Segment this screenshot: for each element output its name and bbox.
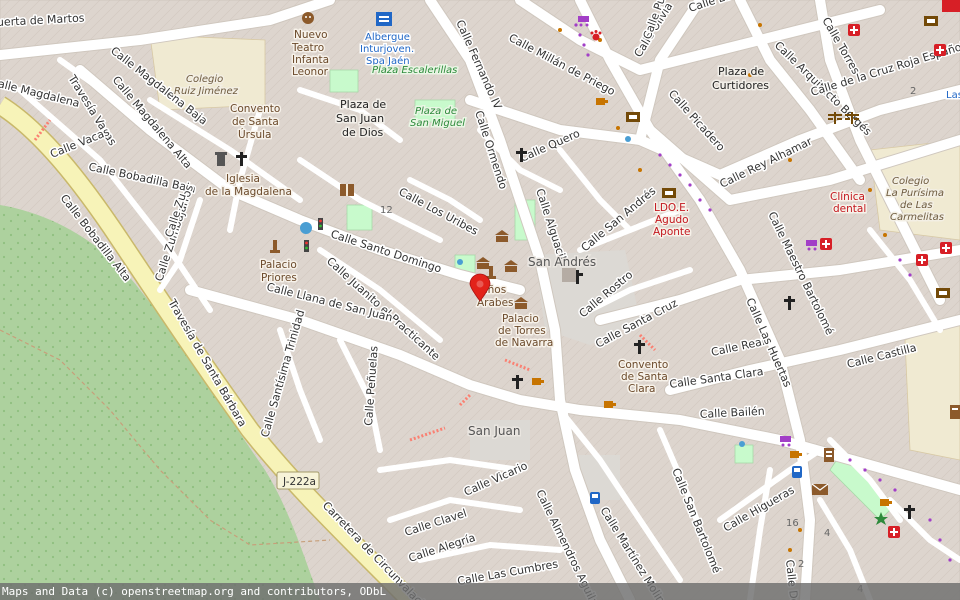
place-label: de Dios — [342, 126, 384, 139]
pharmacy-icon[interactable] — [888, 526, 900, 538]
park-label: Plaza de — [415, 106, 457, 117]
place-label: Curtidores — [712, 79, 769, 92]
poi-label: Clara — [628, 383, 655, 395]
post-office-icon[interactable] — [811, 483, 829, 495]
house-number: 2 — [910, 86, 916, 97]
school-label: Carmelitas — [890, 212, 944, 223]
place-label: Plaza de — [340, 98, 386, 111]
house-number: 12 — [380, 205, 393, 216]
poi-label: Priores — [261, 272, 297, 284]
poi-label: de Santa — [232, 116, 279, 128]
school-label: Colegio — [186, 74, 223, 85]
health-label: dental — [833, 203, 866, 215]
map-view[interactable]: Calle Millán de Priego Calle Fernando IV… — [0, 0, 960, 600]
map-canvas: Calle Millán de Priego Calle Fernando IV… — [0, 0, 960, 600]
poi-label: Nuevo — [294, 29, 328, 41]
ruins-icon[interactable] — [562, 268, 576, 282]
library-icon[interactable] — [340, 184, 354, 196]
bus-stop-icon[interactable] — [590, 492, 600, 504]
poi-label: de Torres — [498, 325, 546, 337]
poi-label: de la Magdalena — [205, 186, 292, 198]
road-ref-shield: J-222a — [276, 471, 320, 490]
bus-stop-icon[interactable] — [792, 466, 802, 478]
hotel-label: Inturjoven. — [360, 44, 414, 55]
clothing-shop-icon[interactable] — [950, 405, 960, 419]
school-label: de Las — [900, 200, 933, 211]
park-label: San Miguel — [410, 118, 465, 129]
bank-icon[interactable] — [924, 16, 938, 26]
poi-label: Infanta — [292, 54, 329, 66]
area-label: San Juan — [468, 424, 521, 438]
poi-label: Úrsula — [238, 128, 271, 141]
fountain-icon[interactable] — [625, 136, 631, 142]
health-label: Agudo — [655, 214, 689, 226]
bank-icon[interactable] — [936, 288, 950, 298]
area-label: San Andrés — [528, 255, 596, 269]
poi-label: Iglesia — [226, 173, 260, 185]
park-label: Plaza Escalerillas — [372, 65, 457, 76]
house-number: 2 — [798, 559, 804, 570]
fountain-icon[interactable] — [739, 441, 745, 447]
pharmacy-icon[interactable] — [820, 238, 832, 250]
school-label: Colegio — [892, 176, 929, 187]
poi-label: Palacio — [260, 259, 297, 271]
hotel-labels: Albergue Inturjoven. Spa Jaén — [359, 31, 416, 69]
poi-label: de Santa — [621, 371, 668, 383]
poi-label: Leonor — [292, 66, 329, 78]
place-label: San Juan — [336, 112, 384, 125]
pharmacy-icon[interactable] — [848, 24, 860, 36]
partial-label: Las — [946, 90, 960, 101]
poi-label: Palacio — [502, 313, 539, 325]
health-label: Clínica — [830, 191, 865, 203]
bank-icon[interactable] — [662, 188, 676, 198]
traffic-signal-icon[interactable] — [304, 240, 309, 252]
poi-label: Teatro — [291, 42, 324, 54]
traffic-signal-icon[interactable] — [318, 218, 323, 230]
clothing-shop-icon[interactable] — [824, 448, 834, 462]
place-label: Plaza de — [718, 65, 764, 78]
poi-label: de Navarra — [495, 337, 553, 349]
school-label: La Purísima — [886, 187, 944, 199]
road-ref-label: J-222a — [282, 476, 316, 488]
poi-label: Convento — [230, 103, 280, 115]
poi-label: Convento — [618, 359, 668, 371]
school-label: Ruiz Jiménez — [174, 85, 239, 97]
fountain-icon[interactable] — [457, 259, 463, 265]
attribution-bar[interactable]: Maps and Data (c) openstreetmap.org and … — [0, 583, 960, 600]
fountain-icon[interactable] — [300, 222, 312, 234]
pharmacy-icon[interactable] — [934, 44, 946, 56]
health-label: Aponte — [653, 226, 691, 238]
house-number: 16 — [786, 518, 799, 529]
hostel-icon[interactable] — [376, 12, 392, 26]
hotel-label: Albergue — [365, 32, 410, 43]
theatre-icon[interactable] — [302, 12, 314, 24]
pharmacy-icon[interactable] — [916, 254, 928, 266]
house-number: 4 — [824, 528, 830, 539]
warning-icon[interactable] — [942, 0, 960, 12]
pharmacy-icon[interactable] — [940, 242, 952, 254]
bank-icon[interactable] — [626, 112, 640, 122]
health-label: LDO.E. — [654, 202, 689, 214]
